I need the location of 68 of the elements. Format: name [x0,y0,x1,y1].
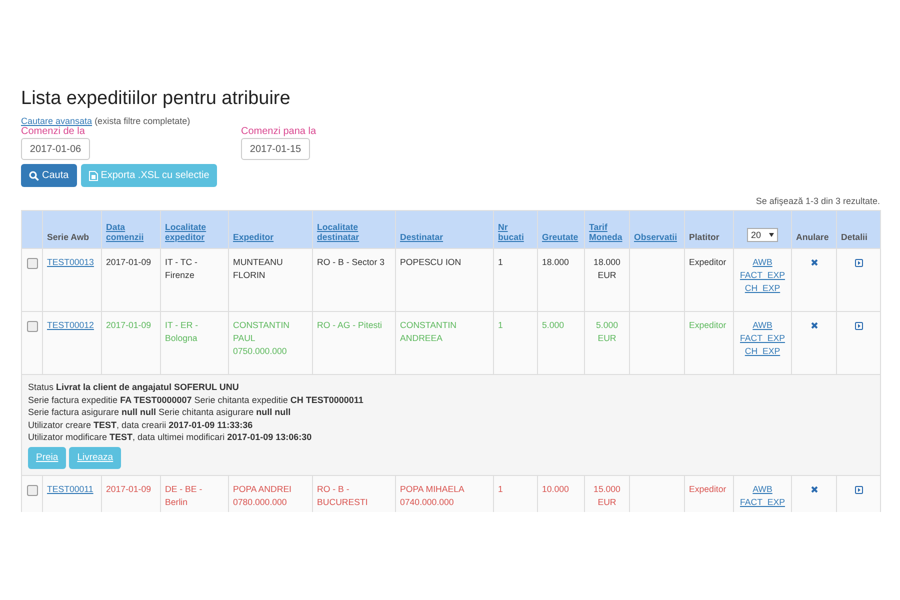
page-size-select[interactable]: 20 [746,228,778,242]
file-icon [88,170,98,180]
sender-name: CONSTANTIN PAUL 0750.000.000 [233,320,290,356]
weight: 5.000 [542,320,564,330]
details-icon[interactable] [854,259,862,267]
search-button[interactable]: Cauta [21,164,77,187]
search-icon [29,170,39,180]
recipient-name: POPESCU ION [400,257,462,267]
price: 15.000 EUR [594,484,620,506]
price: 18.000 EUR [594,257,620,280]
caret-icon [769,233,774,237]
detail-line: Utilizator modificare TEST, data ultimei modificari 2017-01-09 13:06:30 [28,431,312,444]
recipient-name: CONSTANTIN ANDREEA [400,320,457,343]
recipient-locality: RO - B - BUCURESTI [317,484,368,506]
close-icon[interactable] [810,486,818,492]
sender-locality: IT - ER - Bologna [165,320,198,343]
field-label: Comenzi pana la [241,126,316,137]
filter-note: (exista filtre completate) [94,116,190,126]
column-header: Platitor [689,232,720,242]
date-field[interactable]: 2017-01-06 [21,138,90,160]
field-label: Comenzi de la [21,126,85,137]
sender-locality: IT - TC - Firenze [165,257,198,280]
weight: 10.000 [542,484,569,494]
close-icon[interactable] [810,259,818,266]
document-link[interactable]: AWB [738,256,787,269]
date-field[interactable]: 2017-01-15 [241,138,310,160]
row-checkbox[interactable] [26,321,38,332]
advanced-search-link[interactable]: Cautare avansata [21,116,92,126]
weight: 18.000 [542,257,569,267]
order-date: 2017-01-09 [106,320,151,330]
page-title: Lista expeditiilor pentru atribuire [21,88,292,110]
sender-name: MUNTEANU FLORIN [233,257,283,280]
document-link[interactable]: CH_EXP [738,282,787,295]
piece-count: 1 [498,484,503,494]
detail-line: Status Livrat la client de angajatul SOFERUL UNU [28,381,239,394]
document-link[interactable]: FACT_EXP [738,332,787,345]
document-link[interactable]: FACT_EXP [738,496,787,508]
piece-count: 1 [498,257,503,267]
details-icon[interactable] [854,322,862,330]
document-link[interactable]: AWB [738,319,787,332]
shipment-number-link[interactable]: TEST00013 [47,257,94,267]
price: 5.000 EUR [596,320,618,343]
payer: Expeditor [689,257,726,267]
close-icon[interactable] [810,322,818,329]
document-link[interactable]: AWB [738,482,787,496]
document-link[interactable]: FACT_EXP [738,269,787,282]
recipient-name: POPA MIHAELA 0740.000.000 [400,484,464,506]
detail-line: Serie factura expeditie FA TEST0000007 Serie chitanta expeditie CH TEST0000011 [28,394,364,406]
recipient-locality: RO - B - Sector 3 [317,257,384,267]
payer: Expeditor [689,484,726,494]
row-checkbox[interactable] [26,258,38,269]
detail-line: Serie factura asigurare null null Serie chitanta asigurare null null [28,406,291,418]
order-date: 2017-01-09 [106,484,151,494]
details-icon[interactable] [854,486,862,494]
column-header: Anulare [796,232,829,242]
column-header: Detalii [841,232,868,242]
document-link[interactable]: CH_EXP [738,345,787,358]
sender-locality: DE - BE - Berlin [165,484,202,506]
shipment-number-link[interactable]: TEST00012 [47,320,94,330]
recipient-locality: RO - AG - Pitesti [317,320,382,330]
sender-name: POPA ANDREI 0780.000.000 [233,484,292,506]
piece-count: 1 [498,320,503,330]
results-summary: Se afişează 1-3 din 3 rezultate. [756,196,880,206]
payer: Expeditor [689,320,726,330]
row-checkbox[interactable] [26,484,38,496]
order-date: 2017-01-09 [106,257,151,267]
detail-line: Utilizator creare TEST, data crearii 2017-01-09 11:33:36 [28,418,253,431]
column-header: Serie Awb [47,232,90,242]
